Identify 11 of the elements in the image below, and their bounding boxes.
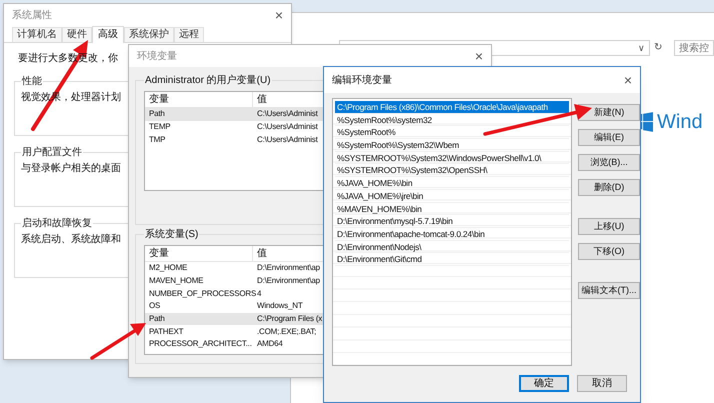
group-title: 用户配置文件 [21, 146, 83, 160]
group-title: 启动和故障恢复 [21, 216, 93, 231]
logo-text: Wind [657, 112, 703, 132]
window-title: 系统属性 [12, 8, 52, 22]
group-title: Administrator 的用户变量(U) [144, 74, 272, 88]
group-description: 与登录帐户相关的桌面 [21, 163, 121, 175]
group-title: 性能 [21, 74, 43, 89]
window-title: 编辑环境变量 [332, 74, 392, 88]
group-description: 系统启动、系统故障和 [21, 234, 121, 246]
group-title: 系统变量(S) [144, 228, 200, 242]
window-title: 环境变量 [137, 50, 177, 64]
